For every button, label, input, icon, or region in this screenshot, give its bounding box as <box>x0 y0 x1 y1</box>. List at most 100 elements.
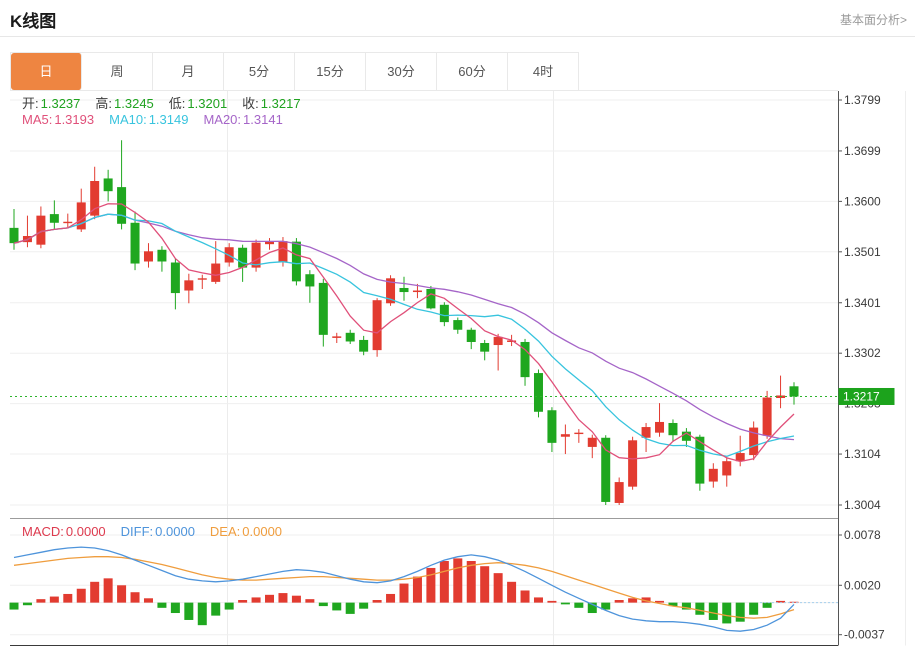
candle-body <box>373 300 382 350</box>
legend-item: 低:1.3201 <box>169 96 227 111</box>
candle-body <box>534 373 543 412</box>
candle-body <box>615 482 624 503</box>
candle-body <box>440 305 449 322</box>
candle-body <box>50 214 59 223</box>
legend-item: 收:1.3217 <box>242 96 300 111</box>
legend-item: MA20:1.3141 <box>203 112 282 127</box>
macd-bar <box>386 594 395 603</box>
macd-bar <box>507 582 516 603</box>
candle-body <box>763 398 772 436</box>
candle-body <box>790 386 799 396</box>
candle-body <box>278 241 287 262</box>
macd-bar <box>413 577 422 603</box>
macd-bar <box>480 566 489 602</box>
tab-日[interactable]: 日 <box>11 53 82 90</box>
candle-body <box>668 423 677 435</box>
candle-body <box>184 280 193 290</box>
legend-item: DEA:0.0000 <box>210 524 282 539</box>
candle-body <box>494 337 503 345</box>
candle-body <box>628 440 637 486</box>
macd-bar <box>117 585 126 602</box>
axis-label: 1.3302 <box>844 346 881 360</box>
macd-bar <box>534 597 543 602</box>
legend-item: MA5:1.3193 <box>22 112 94 127</box>
axis-label: 0.0020 <box>844 578 881 592</box>
macd-bar <box>144 598 153 602</box>
candle-body <box>332 336 341 338</box>
macd-bar <box>574 603 583 608</box>
macd-bar <box>157 603 166 608</box>
ma-legend: MA5:1.3193 MA10:1.3149 MA20:1.3141 <box>22 112 298 127</box>
macd-bar <box>63 594 72 603</box>
candle-body <box>588 438 597 447</box>
candle-body <box>305 274 314 286</box>
tab-月[interactable]: 月 <box>153 53 224 90</box>
candles <box>10 140 799 505</box>
candle-body <box>601 438 610 502</box>
candle-body <box>77 202 86 229</box>
candle-body <box>238 248 247 268</box>
macd-bar <box>373 600 382 603</box>
macd-bar <box>359 603 368 609</box>
macd-bar <box>225 603 234 610</box>
tab-30分[interactable]: 30分 <box>366 53 437 90</box>
candle-body <box>574 433 583 434</box>
macd-bar <box>23 603 32 606</box>
candle-body <box>36 216 45 245</box>
price-tag-value: 1.3217 <box>843 389 880 403</box>
macd-bar <box>10 603 19 610</box>
macd-bar <box>722 603 731 624</box>
legend-item: MA10:1.3149 <box>109 112 188 127</box>
candle-body <box>722 461 731 475</box>
candle-body <box>211 264 220 282</box>
candle-body <box>561 434 570 437</box>
macd-bar <box>36 599 45 602</box>
ohlc-legend: 开:1.3237高:1.3245低:1.3201收:1.3217 <box>22 93 316 112</box>
axis-label: 1.3501 <box>844 245 881 259</box>
candle-body <box>736 453 745 461</box>
macd-bar <box>171 603 180 613</box>
axis-label: 1.3799 <box>844 93 881 107</box>
macd-bar <box>749 603 758 615</box>
legend-item: 开:1.3237 <box>22 96 80 111</box>
macd-bar <box>467 561 476 603</box>
candle-body <box>63 222 72 223</box>
candle-body <box>10 228 19 243</box>
macd-bar <box>131 592 140 602</box>
tab-4时[interactable]: 4时 <box>508 53 578 90</box>
macd-bar <box>628 598 637 602</box>
candle-body <box>359 340 368 352</box>
tab-周[interactable]: 周 <box>82 53 153 90</box>
macd-bar <box>104 578 113 602</box>
macd-bar <box>184 603 193 620</box>
macd-bar <box>400 584 409 603</box>
axis-label: 0.0078 <box>844 528 881 542</box>
macd-bar <box>265 595 274 603</box>
macd-bar <box>440 561 449 603</box>
macd-bar <box>305 599 314 602</box>
macd-bar <box>561 603 570 605</box>
macd-bar <box>211 603 220 616</box>
macd-bar <box>494 573 503 602</box>
macd-bar <box>763 603 772 608</box>
macd-bar <box>453 558 462 602</box>
axis-label: 1.3699 <box>844 144 881 158</box>
tab-60分[interactable]: 60分 <box>437 53 508 90</box>
macd-bar <box>332 603 341 611</box>
macd-bar <box>238 600 247 603</box>
timeframe-tabs: 日周月5分15分30分60分4时 <box>10 52 579 91</box>
candle-body <box>467 330 476 342</box>
candle-body <box>426 289 435 308</box>
macd-bar <box>90 582 99 603</box>
macd-bar <box>319 603 328 606</box>
tab-15分[interactable]: 15分 <box>295 53 366 90</box>
tab-5分[interactable]: 5分 <box>224 53 295 90</box>
legend-item: DIFF:0.0000 <box>121 524 195 539</box>
candle-body <box>400 288 409 292</box>
macd-bar <box>547 601 556 603</box>
macd-histogram <box>10 558 799 625</box>
candle-body <box>655 422 664 433</box>
candle-body <box>480 343 489 352</box>
candle-body <box>144 251 153 261</box>
candle-body <box>547 410 556 443</box>
